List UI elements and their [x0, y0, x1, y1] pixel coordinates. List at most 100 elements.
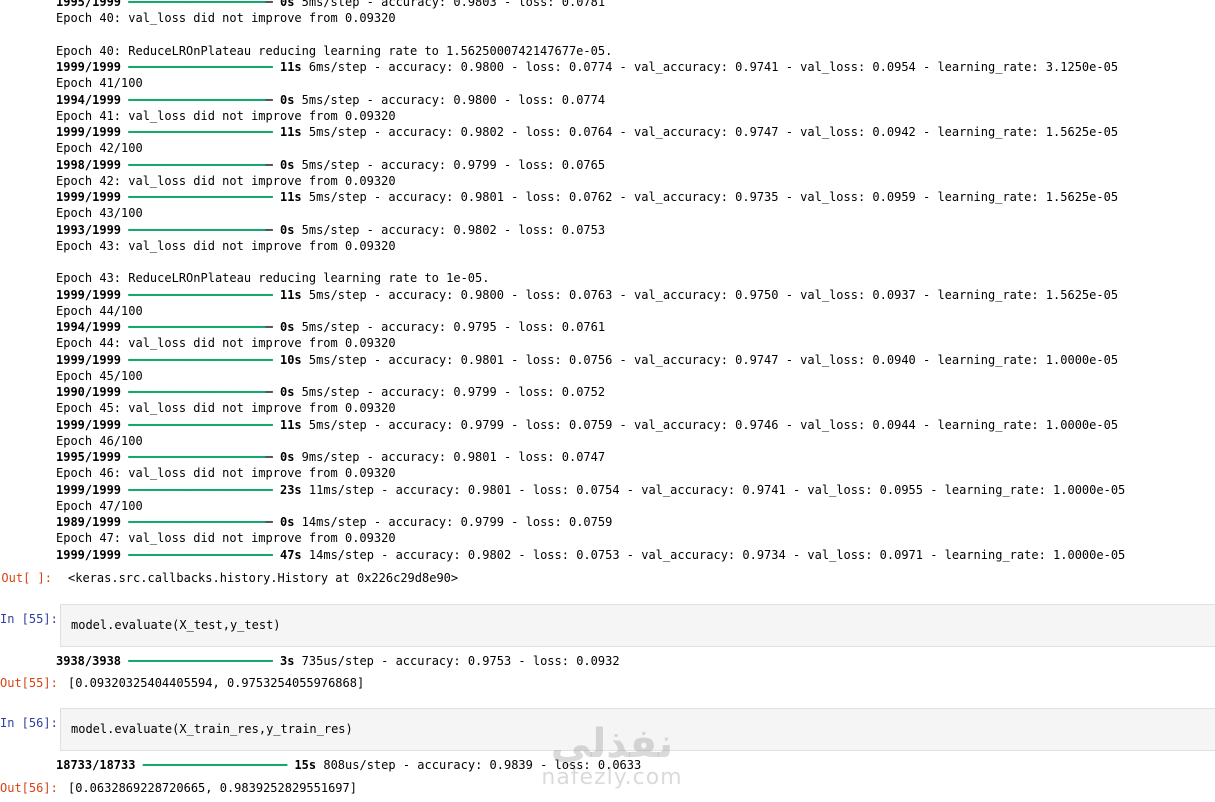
- log-text: 0s: [279, 450, 295, 464]
- log-text: 1998/1999: [56, 157, 129, 172]
- log-text: 5ms/step - accuracy: 0.9800 - loss: 0.07…: [301, 287, 1119, 302]
- log-line: Epoch 42/100: [56, 140, 1215, 156]
- log-line: Epoch 43: ReduceLROnPlateau reducing lea…: [56, 270, 1215, 286]
- log-text: Epoch 43/100: [56, 206, 143, 221]
- log-text: Epoch 41/100: [56, 76, 143, 91]
- log-line: Epoch 40: ReduceLROnPlateau reducing lea…: [56, 43, 1215, 59]
- code-cell-55[interactable]: model.evaluate(X_test,y_test): [60, 604, 1215, 647]
- log-line: Epoch 45/100: [56, 368, 1215, 384]
- log-line: 1989/1999 ━━━━━━━━━━━━━━━━━━━━ 0s 14ms/s…: [56, 514, 1215, 530]
- log-text: 0s: [279, 0, 295, 9]
- progress-bar-filled: ━━━━━━━━━━━━━━━━━━━: [128, 385, 266, 399]
- log-line: 1993/1999 ━━━━━━━━━━━━━━━━━━━━ 0s 5ms/st…: [56, 222, 1215, 238]
- log-text: 1994/1999: [56, 92, 129, 107]
- log-text: Epoch 43: ReduceLROnPlateau reducing lea…: [56, 271, 490, 286]
- progress-bar-remaining: ━: [265, 92, 280, 107]
- evaluate-result-55: [0.09320325404405594, 0.9753254055976868…: [68, 676, 365, 690]
- log-text: 5ms/step - accuracy: 0.9801 - loss: 0.07…: [301, 190, 1119, 204]
- log-text: 14ms/step - accuracy: 0.9802 - loss: 0.0…: [301, 547, 1126, 562]
- log-text: 1995/1999: [56, 0, 129, 9]
- log-text: 11s: [279, 287, 302, 302]
- log-line: Epoch 45: val_loss did not improve from …: [56, 400, 1215, 416]
- log-text: 735us/step - accuracy: 0.9753 - loss: 0.…: [294, 654, 620, 668]
- out-prompt-56: Out[56]:: [0, 781, 58, 795]
- log-text: 5ms/step - accuracy: 0.9802 - loss: 0.07…: [301, 125, 1119, 139]
- log-line: Epoch 43/100: [56, 205, 1215, 221]
- log-text: 808us/step - accuracy: 0.9839 - loss: 0.…: [316, 758, 642, 772]
- log-text: 5ms/step - accuracy: 0.9799 - loss: 0.07…: [294, 385, 606, 399]
- code-cell-56[interactable]: model.evaluate(X_train_res,y_train_res): [60, 708, 1215, 751]
- log-text: 0s: [279, 222, 295, 237]
- log-text: 0s: [279, 385, 295, 399]
- log-line: Epoch 41: val_loss did not improve from …: [56, 108, 1215, 124]
- log-text: 1999/1999: [56, 125, 129, 139]
- log-text: 5ms/step - accuracy: 0.9801 - loss: 0.07…: [301, 352, 1119, 367]
- log-text: 9ms/step - accuracy: 0.9801 - loss: 0.07…: [294, 450, 606, 464]
- log-text: 0s: [279, 92, 295, 107]
- progress-bar-filled: ━━━━━━━━━━━━━━━━━━━━: [128, 482, 273, 497]
- log-text: 0s: [279, 320, 295, 334]
- log-line: Epoch 40: val_loss did not improve from …: [56, 10, 1215, 26]
- log-text: 11s: [279, 125, 302, 139]
- training-log-output: 1995/1999 ━━━━━━━━━━━━━━━━━━━━ 0s 5ms/st…: [56, 0, 1215, 563]
- log-text: 3938/3938: [56, 654, 129, 668]
- log-text: 1994/1999: [56, 320, 129, 334]
- log-line: Epoch 47/100: [56, 498, 1215, 514]
- log-text: 11s: [279, 190, 302, 204]
- log-text: Epoch 45/100: [56, 368, 143, 383]
- log-line: Epoch 46/100: [56, 433, 1215, 449]
- log-line: 1999/1999 ━━━━━━━━━━━━━━━━━━━━ 11s 6ms/s…: [56, 59, 1215, 75]
- progress-bar-remaining: ━: [265, 385, 280, 399]
- evaluate-progress-56: 18733/18733 ━━━━━━━━━━━━━━━━━━━━ 15s 808…: [56, 757, 641, 773]
- progress-bar-remaining: ━: [265, 320, 280, 334]
- progress-bar-filled: ━━━━━━━━━━━━━━━━━━━: [128, 450, 266, 464]
- log-line: 1994/1999 ━━━━━━━━━━━━━━━━━━━━ 0s 5ms/st…: [56, 319, 1215, 335]
- out-prompt-blank: Out[ ]:: [1, 571, 52, 585]
- progress-bar-filled: ━━━━━━━━━━━━━━━━━━━━: [128, 60, 273, 74]
- progress-bar-filled: ━━━━━━━━━━━━━━━━━━━━: [128, 125, 273, 139]
- log-text: Epoch 47: val_loss did not improve from …: [56, 531, 396, 546]
- log-text: 18733/18733: [56, 758, 143, 772]
- log-text: Epoch 42/100: [56, 141, 143, 156]
- log-line: 1999/1999 ━━━━━━━━━━━━━━━━━━━━ 47s 14ms/…: [56, 547, 1215, 563]
- log-text: 11ms/step - accuracy: 0.9801 - loss: 0.0…: [301, 482, 1126, 497]
- log-text: 1999/1999: [56, 190, 129, 204]
- log-text: 1990/1999: [56, 385, 129, 399]
- progress-bar-filled: ━━━━━━━━━━━━━━━━━━━━: [128, 417, 273, 432]
- in-prompt-56: In [56]:: [0, 716, 58, 730]
- code-text-55: model.evaluate(X_test,y_test): [71, 618, 281, 632]
- log-text: Epoch 41: val_loss did not improve from …: [56, 108, 396, 123]
- log-text: Epoch 46/100: [56, 433, 143, 448]
- log-line: 1999/1999 ━━━━━━━━━━━━━━━━━━━━ 23s 11ms/…: [56, 482, 1215, 498]
- log-text: 47s: [279, 547, 302, 562]
- log-text: 3s: [279, 654, 295, 668]
- progress-bar-remaining: ━: [265, 222, 280, 237]
- progress-bar-remaining: ━: [265, 0, 280, 9]
- log-line: Epoch 47: val_loss did not improve from …: [56, 530, 1215, 546]
- evaluate-progress-55: 3938/3938 ━━━━━━━━━━━━━━━━━━━━ 3s 735us/…: [56, 653, 620, 669]
- log-line: 1999/1999 ━━━━━━━━━━━━━━━━━━━━ 11s 5ms/s…: [56, 189, 1215, 205]
- log-text: 1999/1999: [56, 287, 129, 302]
- out-prompt-55: Out[55]:: [0, 676, 58, 690]
- progress-bar-filled: ━━━━━━━━━━━━━━━━━━━: [128, 92, 266, 107]
- in-prompt-55: In [55]:: [0, 612, 58, 626]
- progress-bar-filled: ━━━━━━━━━━━━━━━━━━━━: [128, 190, 273, 204]
- log-line: Epoch 42: val_loss did not improve from …: [56, 173, 1215, 189]
- log-line: Epoch 46: val_loss did not improve from …: [56, 465, 1215, 481]
- history-output: <keras.src.callbacks.history.History at …: [68, 571, 459, 585]
- log-text: 15s: [294, 758, 317, 772]
- log-text: 11s: [279, 417, 302, 432]
- log-line: 1995/1999 ━━━━━━━━━━━━━━━━━━━━ 0s 9ms/st…: [56, 449, 1215, 465]
- log-text: Epoch 43: val_loss did not improve from …: [56, 238, 396, 253]
- log-text: 1999/1999: [56, 60, 129, 74]
- log-line: 1999/1999 ━━━━━━━━━━━━━━━━━━━━ 11s 5ms/s…: [56, 287, 1215, 303]
- progress-bar-filled: ━━━━━━━━━━━━━━━━━━━━: [128, 547, 273, 562]
- log-text: 1993/1999: [56, 222, 129, 237]
